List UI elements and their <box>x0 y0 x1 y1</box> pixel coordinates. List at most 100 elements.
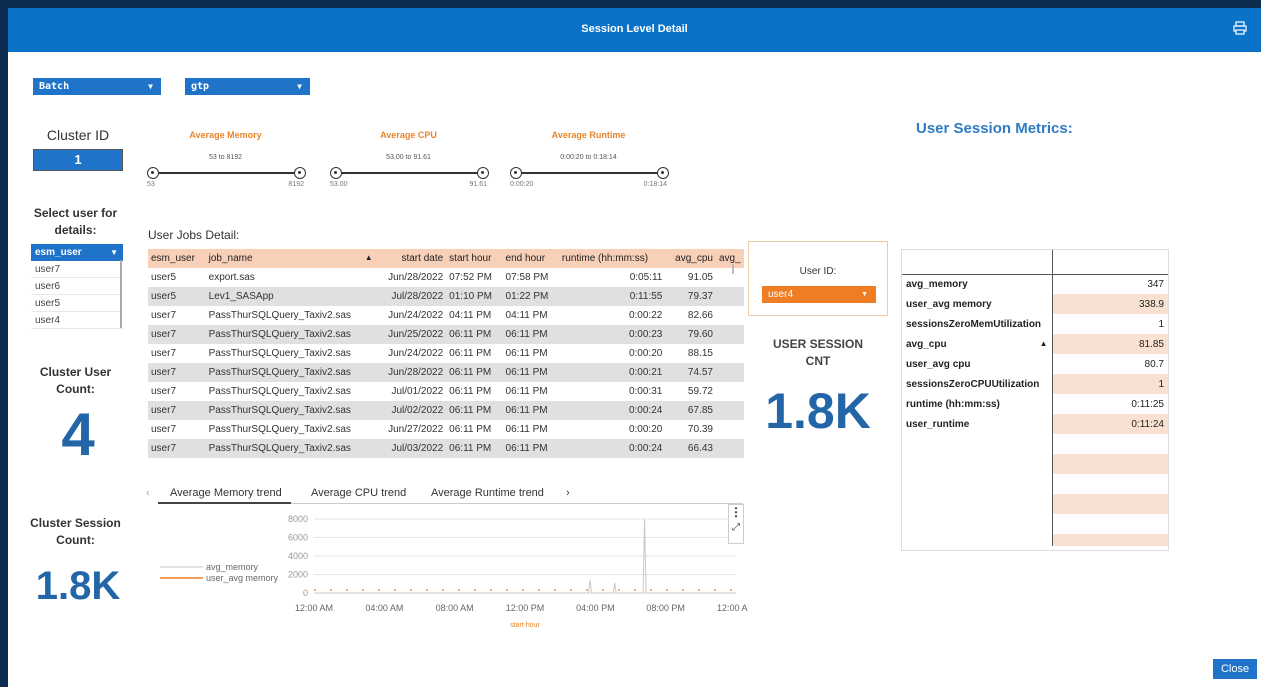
y-tick-label: 4000 <box>288 551 308 561</box>
column-header[interactable]: esm_user <box>148 249 206 268</box>
slider-track[interactable] <box>326 167 491 179</box>
tab-average-cpu-trend[interactable]: Average CPU trend <box>311 487 406 499</box>
table-cell: PassThurSQLQuery_Taxiv2.sas <box>205 325 376 344</box>
table-cell <box>716 306 744 325</box>
slider-min-handle[interactable] <box>510 167 522 179</box>
legend-user-avg-memory-label: user_avg memory <box>206 573 279 583</box>
metric-value: 1 <box>1052 374 1168 394</box>
table-cell: 06:11 PM <box>505 424 548 435</box>
list-item[interactable]: user4 <box>31 312 123 329</box>
table-row[interactable]: user7 PassThurSQLQuery_Taxiv2.sas Jun/25/2… <box>148 325 744 344</box>
chevron-down-icon: ▼ <box>110 248 118 257</box>
slider-range: 0:00:20 to 0:18:14 <box>560 154 617 161</box>
sort-ascending-icon: ▲ <box>364 253 373 262</box>
user-list-header[interactable]: esm_user ▼ <box>31 244 123 261</box>
table-cell: 75.06 <box>665 458 716 462</box>
table-row[interactable]: user7 PassThurSQLQuery_Taxiv2.sas Jun/27/2… <box>148 420 744 439</box>
table-row[interactable]: user7 PassThurSQLQuery_Taxiv2.sas Jun/28/2… <box>148 363 744 382</box>
table-cell: 0:00:20 <box>628 348 663 359</box>
table-cell <box>716 420 744 439</box>
tab-average-memory-trend[interactable]: Average Memory trend <box>170 487 282 499</box>
chevron-right-icon[interactable]: › <box>566 487 570 499</box>
chevron-down-icon: ▼ <box>861 291 868 298</box>
x-tick-label: 04:00 PM <box>576 603 615 613</box>
tab-average-runtime-trend[interactable]: Average Runtime trend <box>431 487 544 499</box>
close-button[interactable]: Close <box>1213 659 1257 679</box>
table-cell: Jul/01/2022 <box>391 386 444 397</box>
slider-min-handle[interactable] <box>330 167 342 179</box>
slider-max-handle[interactable] <box>657 167 669 179</box>
user-id-dropdown[interactable]: user4 ▼ <box>762 286 876 303</box>
slider-max-handle[interactable] <box>477 167 489 179</box>
table-cell: Jul/02/2022 <box>375 401 447 420</box>
user-list-scrollbar[interactable] <box>120 260 122 328</box>
slider-track[interactable] <box>143 167 308 179</box>
jobs-table-scrollbar[interactable] <box>732 264 734 274</box>
metric-value: 338.9 <box>1052 294 1168 314</box>
table-cell: 06:11 PM <box>502 401 559 420</box>
column-header[interactable]: end hour <box>502 249 559 268</box>
table-cell <box>716 458 744 462</box>
table-cell: Jun/24/2022 <box>388 348 444 359</box>
slider-min-label: 0:00:20 <box>510 181 534 188</box>
table-row[interactable]: user5 Lev1_SASApp Jul/28/2022 01:10 PM 01:22… <box>148 287 744 306</box>
table-row[interactable]: user7 PassThurSQLQuery_Taxiv2.sas Jun/24/2… <box>148 306 744 325</box>
print-icon[interactable] <box>1233 21 1247 35</box>
slider-max-label: 8192 <box>288 181 304 188</box>
y-tick-label: 8000 <box>288 514 308 524</box>
group-value: gtp <box>191 81 210 92</box>
column-header[interactable]: start date <box>375 249 447 268</box>
table-cell: 0:00:21 <box>558 363 666 382</box>
column-header[interactable]: runtime (hh:mm:ss) <box>558 249 666 268</box>
table-row[interactable]: user5 export.sas Jun/28/2022 07:52 PM 07:58 … <box>148 268 744 287</box>
slider-title: Average CPU <box>380 130 437 140</box>
table-cell: 59.72 <box>687 386 713 397</box>
column-header[interactable]: avg_cpu <box>665 249 716 268</box>
user-session-cnt-value: 1.8K <box>765 383 871 439</box>
table-cell: Jun/28/2022 <box>375 363 447 382</box>
y-tick-label: 6000 <box>288 533 308 543</box>
cluster-id-value: 1 <box>33 149 123 171</box>
user-id-filter: User ID: user4 ▼ <box>748 241 888 316</box>
table-cell: 74.57 <box>665 363 716 382</box>
cluster-id-label: Cluster ID <box>46 127 110 143</box>
table-cell: user7 <box>151 386 177 397</box>
metric-name: avg_memory <box>902 274 1053 294</box>
column-header[interactable]: start hour <box>446 249 503 268</box>
column-header[interactable]: avg_ <box>715 249 744 268</box>
table-row[interactable]: user7 PassThurSQLQuery_Taxiv2.sas Jul/02/2… <box>148 401 744 420</box>
more-options-icon[interactable]: ⋮ <box>729 505 743 519</box>
table-cell: 01:22 PM <box>502 287 559 306</box>
list-item[interactable]: user6 <box>31 278 123 295</box>
list-item[interactable]: user7 <box>31 261 123 278</box>
slider-title: Average Memory <box>189 130 262 140</box>
slider-max-handle[interactable] <box>294 167 306 179</box>
table-row[interactable]: user7 PassThurSQLQuery_Taxiv2.sas Jul/01/2… <box>148 382 744 401</box>
group-dropdown[interactable]: gtp ▼ <box>185 78 310 95</box>
job-type-dropdown[interactable]: Batch ▼ <box>33 78 161 95</box>
column-header[interactable]: job_name ▲ <box>205 249 376 268</box>
slider-min-handle[interactable] <box>147 167 159 179</box>
chevron-left-icon[interactable]: ‹ <box>146 487 150 499</box>
table-cell: 06:11 PM <box>446 363 503 382</box>
average-cpu-slider: Average CPU 53.00 to 91.61 53.00 91.61 <box>326 130 491 188</box>
table-row[interactable]: user7 PassThurSQLQuery_Taxiv2.sas Jun/24/2… <box>148 344 744 363</box>
metric-value: 1 <box>1158 318 1164 330</box>
average-runtime-slider: Average Runtime 0:00:20 to 0:18:14 0:00:… <box>506 130 671 188</box>
table-row[interactable]: user7PassThurSQLQuery_Taxiv2.sasJun/26/2… <box>148 458 744 462</box>
table-cell: 67.85 <box>665 401 716 420</box>
table-cell <box>716 344 744 363</box>
user-id-label: User ID: <box>799 266 837 277</box>
window-frame-left <box>0 0 8 687</box>
table-row[interactable]: user7 PassThurSQLQuery_Taxiv2.sas Jul/03/2… <box>148 439 744 458</box>
job-type-value: Batch <box>39 81 70 92</box>
table-cell: 0:00:24 <box>558 401 666 420</box>
table-cell <box>715 401 744 420</box>
table-cell: 88.15 <box>687 348 713 359</box>
table-cell: Jul/28/2022 <box>375 287 447 306</box>
table-cell: 07:52 PM <box>449 272 492 283</box>
cluster-session-count-label: Cluster Session Count: <box>30 516 121 547</box>
maximize-icon[interactable]: ⤢ <box>729 519 743 537</box>
list-item[interactable]: user5 <box>31 295 123 312</box>
slider-track[interactable] <box>506 167 671 179</box>
